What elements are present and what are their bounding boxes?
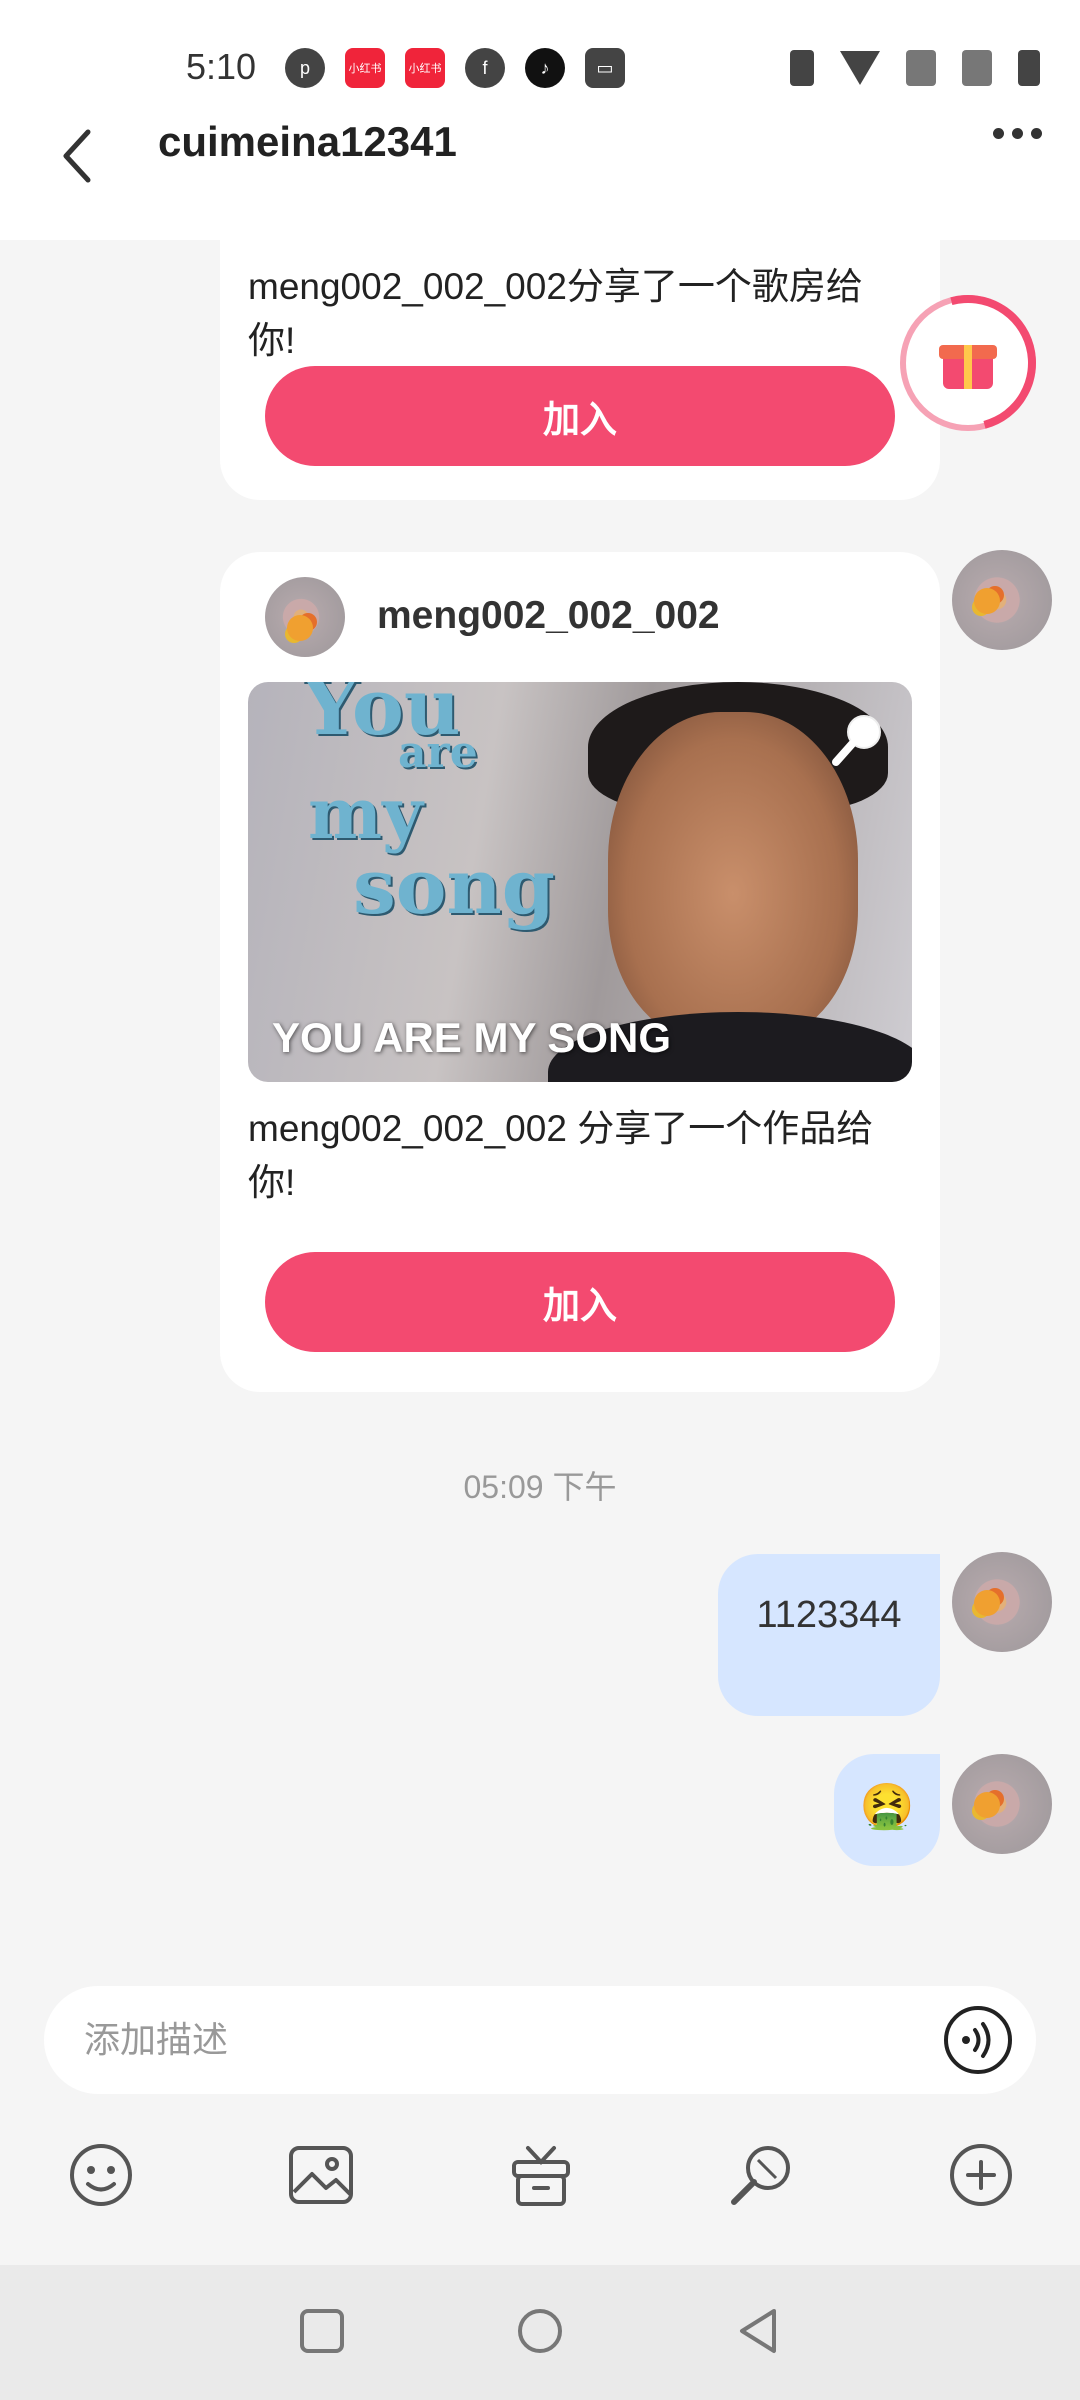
mic-icon[interactable]: [726, 2140, 796, 2210]
emoji-message-bubble[interactable]: 🤮: [834, 1754, 940, 1866]
plus-icon[interactable]: [946, 2140, 1016, 2210]
text-message-bubble[interactable]: 1123344: [718, 1554, 940, 1716]
description-input[interactable]: [84, 1986, 904, 2094]
message-text: 1123344: [756, 1594, 902, 1636]
gift-icon[interactable]: [506, 2140, 576, 2210]
sharer-avatar: [265, 577, 345, 657]
room-share-text: meng002_002_002分享了一个歌房给你!: [248, 266, 863, 361]
room-share-card: meng002_002_002分享了一个歌房给你! 加入: [220, 240, 940, 500]
wifi-icon: [840, 51, 880, 85]
emoji-icon[interactable]: [66, 2140, 136, 2210]
app-icon-p: p: [285, 48, 325, 88]
input-toolbar: [0, 2130, 1080, 2260]
vibrate-icon: [790, 50, 814, 86]
thumb-script-line: are: [398, 727, 478, 778]
join-room-button[interactable]: 加入: [265, 366, 895, 466]
wallet-icon: ▭: [585, 48, 625, 88]
join-work-button[interactable]: 加入: [265, 1252, 895, 1352]
facebook-icon: f: [465, 48, 505, 88]
notification-icons: p 小红书 小红书 f ♪ ▭: [285, 48, 625, 88]
back-nav-icon[interactable]: [730, 2303, 786, 2359]
floating-gift-button[interactable]: [875, 270, 1061, 456]
avatar[interactable]: [952, 1754, 1052, 1854]
avatar[interactable]: [952, 550, 1052, 650]
xiaohongshu-icon: 小红书: [405, 48, 445, 88]
message-timestamp: 05:09 下午: [463, 1469, 617, 1505]
system-nav-bar: [0, 2265, 1080, 2400]
message-input-bar: [44, 1986, 1036, 2094]
thumb-caption: YOU ARE MY SONG: [272, 1014, 672, 1061]
message-emoji: 🤮: [859, 1782, 915, 1831]
avatar[interactable]: [952, 1552, 1052, 1652]
gift-icon: [939, 337, 997, 389]
signal-off-icon: [962, 50, 992, 86]
karaoke-mic-icon: [832, 715, 881, 766]
thumb-script-line: song: [353, 842, 555, 931]
home-icon[interactable]: [512, 2303, 568, 2359]
sharer-username: meng002_002_002: [377, 594, 720, 637]
chat-header: cuimeina12341: [0, 100, 1080, 240]
system-status-icons: [790, 50, 1040, 86]
tiktok-icon: ♪: [525, 48, 565, 88]
recent-apps-icon[interactable]: [294, 2303, 350, 2359]
more-options-icon[interactable]: [993, 128, 1042, 139]
signal-off-icon: [906, 50, 936, 86]
work-thumbnail[interactable]: You are my song YOU ARE MY SONG: [248, 682, 912, 1082]
battery-charging-icon: [1018, 50, 1040, 86]
status-time: 5:10: [186, 46, 257, 87]
chat-title: cuimeina12341: [158, 118, 457, 165]
voice-input-icon[interactable]: [942, 2004, 1014, 2076]
image-icon[interactable]: [286, 2140, 356, 2210]
work-share-text: meng002_002_002 分享了一个作品给你!: [248, 1108, 874, 1203]
chat-messages[interactable]: meng002_002_002分享了一个歌房给你! 加入 meng002_002…: [0, 240, 1080, 1970]
xiaohongshu-icon: 小红书: [345, 48, 385, 88]
back-arrow-icon[interactable]: [58, 120, 98, 190]
work-share-card[interactable]: meng002_002_002 You are my song YOU ARE …: [220, 552, 940, 1392]
